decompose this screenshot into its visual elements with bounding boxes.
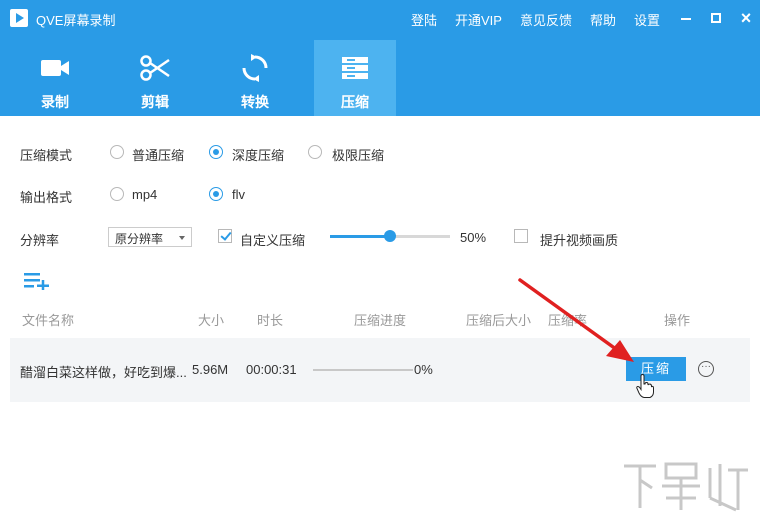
col-duration: 时长 [257, 313, 284, 328]
tab-compress[interactable]: 压缩 [314, 40, 396, 116]
resolution-label: 分辨率 [20, 233, 60, 248]
progress-percent: 0% [414, 362, 433, 377]
settings-link[interactable]: 设置 [634, 10, 660, 29]
custom-compress-label[interactable]: 自定义压缩 [240, 230, 305, 249]
col-action: 操作 [664, 313, 691, 328]
format-mp4-label[interactable]: mp4 [132, 187, 157, 202]
col-filename: 文件名称 [22, 313, 75, 328]
resolution-select-value: 原分辨率 [115, 232, 164, 246]
compress-button[interactable]: 压缩 [626, 357, 686, 381]
title-bar: QVE屏幕录制 登陆 开通VIP 意见反馈 帮助 设置 × [0, 0, 760, 36]
format-flv-label[interactable]: flv [232, 187, 245, 202]
app-title: QVE屏幕录制 [36, 13, 116, 28]
feedback-link[interactable]: 意见反馈 [520, 10, 572, 29]
col-ratio: 压缩率 [548, 313, 588, 328]
file-size: 5.96M [192, 362, 229, 377]
format-flv-radio[interactable] [209, 187, 223, 201]
close-button[interactable]: × [736, 8, 756, 28]
col-size: 大小 [198, 313, 225, 328]
app-logo-icon [10, 9, 28, 27]
convert-icon [242, 54, 268, 82]
mode-deep-radio[interactable] [209, 145, 223, 159]
file-duration: 00:00:31 [246, 362, 297, 377]
mode-normal-radio[interactable] [110, 145, 124, 159]
tab-edit[interactable]: 剪辑 [114, 40, 196, 116]
chevron-down-icon [179, 236, 185, 240]
app-header: QVE屏幕录制 登陆 开通VIP 意见反馈 帮助 设置 × 录制 剪辑 转换 压… [0, 0, 760, 116]
site-watermark-logo [624, 462, 748, 512]
tab-convert[interactable]: 转换 [214, 40, 296, 116]
tab-record[interactable]: 录制 [14, 40, 96, 116]
mode-extreme-label[interactable]: 极限压缩 [332, 145, 384, 164]
video-camera-icon [41, 60, 69, 76]
resolution-select[interactable]: 原分辨率 [108, 227, 192, 247]
compress-slider-fill [330, 235, 390, 238]
help-link[interactable]: 帮助 [590, 10, 616, 29]
col-progress: 压缩进度 [354, 313, 407, 328]
file-name: 醋溜白菜这样做，好吃到爆... [20, 365, 187, 380]
tab-record-label: 录制 [41, 94, 69, 110]
progress-bar [313, 369, 413, 371]
tab-compress-label: 压缩 [341, 94, 369, 110]
more-options-icon[interactable]: ··· [698, 361, 714, 377]
mode-extreme-radio[interactable] [308, 145, 322, 159]
tab-convert-label: 转换 [241, 94, 269, 110]
col-compressed-size: 压缩后大小 [466, 313, 532, 328]
top-links: 登陆 开通VIP 意见反馈 帮助 设置 [411, 10, 660, 29]
custom-compress-checkbox[interactable] [218, 229, 232, 243]
maximize-button[interactable] [706, 8, 726, 28]
hand-cursor-icon [636, 374, 654, 398]
mode-normal-label[interactable]: 普通压缩 [132, 145, 184, 164]
format-label: 输出格式 [20, 190, 73, 205]
tab-edit-label: 剪辑 [141, 94, 169, 110]
enhance-quality-checkbox[interactable] [514, 229, 528, 243]
minimize-button[interactable] [676, 8, 696, 28]
format-mp4-radio[interactable] [110, 187, 124, 201]
login-link[interactable]: 登陆 [411, 10, 437, 29]
mode-deep-label[interactable]: 深度压缩 [232, 145, 284, 164]
compress-percent: 50% [460, 230, 487, 245]
vip-link[interactable]: 开通VIP [455, 10, 502, 29]
add-files-icon[interactable] [24, 272, 50, 290]
compress-icon [342, 57, 368, 79]
compress-slider-thumb[interactable] [384, 230, 396, 242]
enhance-quality-label[interactable]: 提升视频画质 [540, 230, 618, 249]
mode-label: 压缩模式 [20, 148, 73, 163]
scissors-icon [140, 55, 170, 81]
